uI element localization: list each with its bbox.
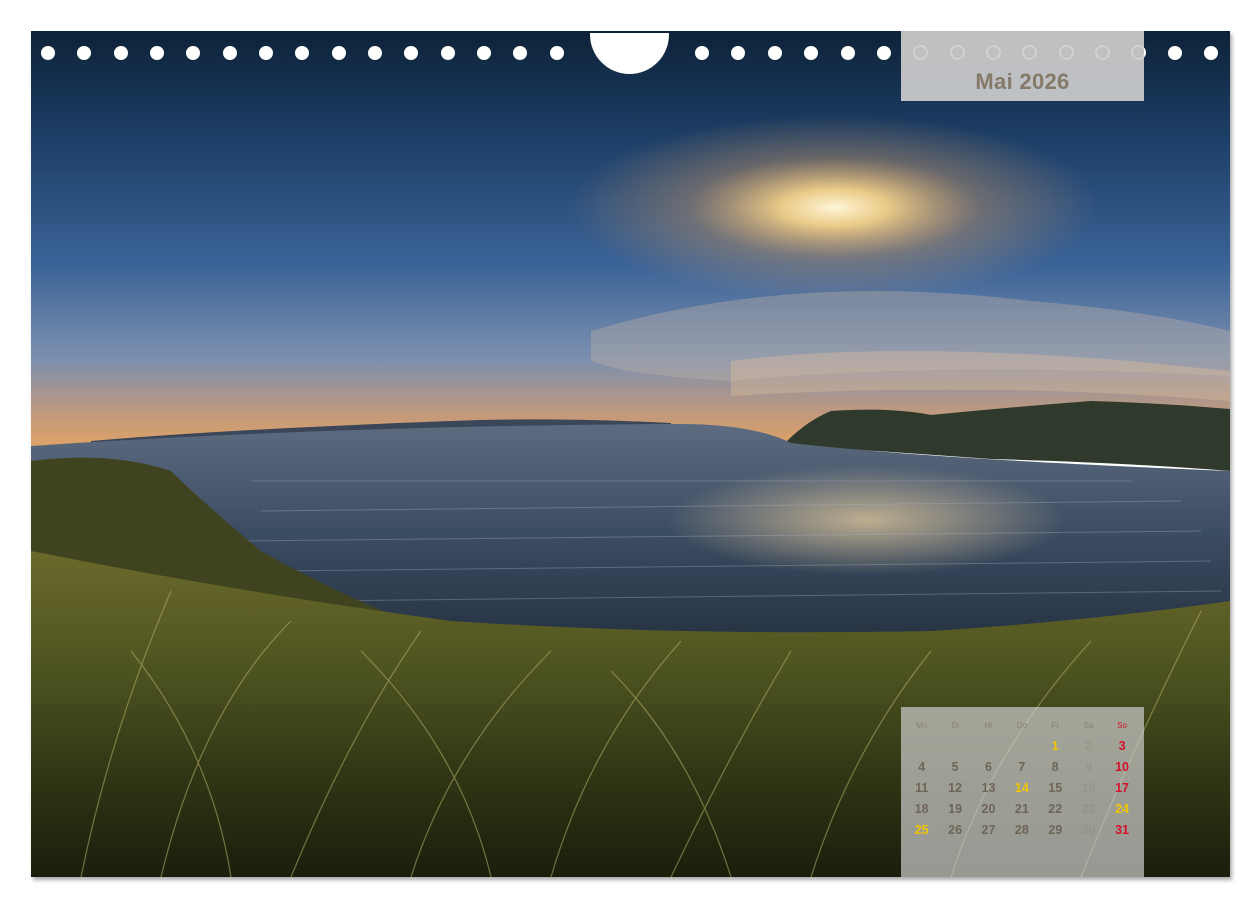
weekday-label: Do: [1016, 721, 1027, 730]
day-cell: 19: [948, 802, 963, 816]
day-cell: 29: [1048, 823, 1063, 837]
weekday-label: Mi: [984, 721, 993, 730]
weekday-label: Sa: [1083, 721, 1094, 730]
week-row: 18 19 20 21 22 23 24: [905, 802, 1140, 816]
weekday-label: So: [1117, 721, 1127, 730]
weekday-label: Di: [951, 721, 959, 730]
day-cell: 8: [1051, 760, 1059, 774]
month-header: Mai 2026: [901, 31, 1144, 101]
day-cell: 16: [1081, 781, 1096, 795]
day-cell: 14: [1014, 781, 1029, 795]
week-row: 11 12 13 14 15 16 17: [905, 781, 1140, 795]
day-cell: 15: [1048, 781, 1063, 795]
day-cell: 2: [1085, 739, 1093, 753]
day-cell: 11: [915, 781, 929, 795]
day-cell: 28: [1014, 823, 1029, 837]
day-cell: 3: [1118, 739, 1126, 753]
day-cell: [1005, 739, 1038, 753]
day-cell: 27: [981, 823, 996, 837]
weekday-label: Fr: [1051, 721, 1060, 730]
day-cell: 21: [1014, 802, 1029, 816]
week-row: 1 2 3: [905, 739, 1140, 753]
day-cell: 30: [1081, 823, 1096, 837]
day-cell: 18: [914, 802, 929, 816]
day-cell: 6: [985, 760, 992, 774]
day-cell: 20: [981, 802, 996, 816]
day-cell: 10: [1115, 760, 1129, 774]
day-cell: 9: [1085, 760, 1093, 774]
day-cell: 1: [1051, 739, 1059, 753]
day-cell: [938, 739, 971, 753]
day-cell: [905, 739, 938, 753]
week-row: 4 5 6 7 8 9 10: [905, 760, 1140, 774]
day-cell: [972, 739, 1005, 753]
day-cell: 5: [951, 760, 959, 774]
day-cell: 24: [1115, 802, 1129, 816]
day-cell: 7: [1018, 760, 1026, 774]
day-cell: 13: [981, 781, 996, 795]
weekday-header: Mo Di Mi Do Fr Sa So: [905, 721, 1140, 730]
day-cell: 31: [1115, 823, 1129, 837]
weekday-label: Mo: [916, 721, 928, 730]
day-cell: 17: [1115, 781, 1129, 795]
day-cell: 22: [1048, 802, 1063, 816]
week-row: 25 26 27 28 29 30 31: [905, 823, 1140, 837]
day-cell: 25: [914, 823, 929, 837]
day-cell: 23: [1081, 802, 1096, 816]
day-cell: 4: [918, 760, 926, 774]
calendar-grid: Mo Di Mi Do Fr Sa So 1 2 3 4 5 6 7 8 9 1…: [901, 707, 1144, 877]
day-cell: 26: [948, 823, 963, 837]
day-cell: 12: [948, 781, 963, 795]
month-title: Mai 2026: [975, 69, 1070, 94]
